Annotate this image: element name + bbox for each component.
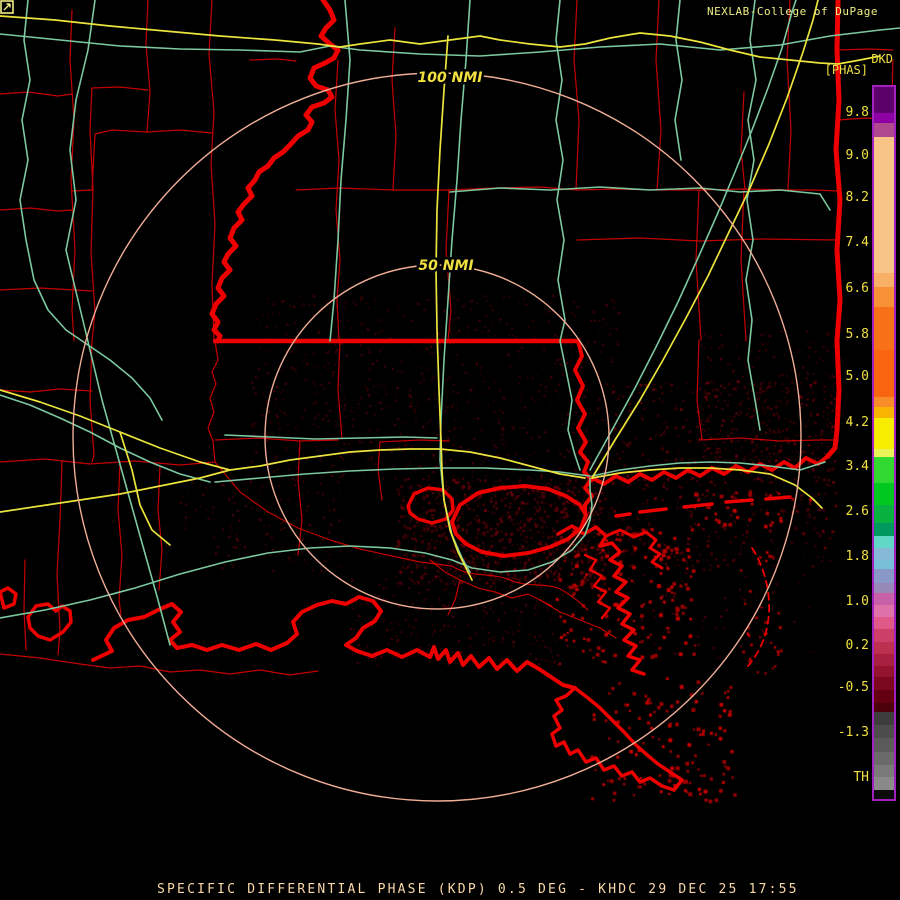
colorbar-segment bbox=[874, 113, 894, 123]
colorbar-segment bbox=[874, 642, 894, 654]
colorbar-segment bbox=[874, 137, 894, 273]
colorbar-segment bbox=[874, 777, 894, 790]
colorbar-segment bbox=[874, 350, 894, 397]
colorbar-segment bbox=[874, 307, 894, 350]
colorbar-segment bbox=[874, 483, 894, 505]
colorbar-segment bbox=[874, 605, 894, 617]
range-ring-100nmi bbox=[72, 72, 802, 802]
brand-text: NEXLAB-College of DuPage bbox=[707, 5, 878, 18]
color-scale-bar bbox=[872, 85, 896, 801]
colorbar-tick-label: 5.0 bbox=[845, 369, 869, 384]
range-ring-label-100: 100 NMI bbox=[418, 70, 483, 86]
colorbar-tick-label: 5.8 bbox=[845, 327, 869, 342]
colorbar-tick-label: 4.2 bbox=[845, 415, 869, 430]
colorbar-segment bbox=[874, 449, 894, 457]
water-features bbox=[0, 0, 843, 792]
lake-maurepas bbox=[406, 486, 455, 525]
colorbar-tick-label: 9.8 bbox=[845, 105, 869, 120]
small-lake-west bbox=[0, 586, 18, 610]
radar-display: 50 NMI 100 NMI NEXLAB-College of DuPage … bbox=[0, 0, 900, 900]
colorbar-segment bbox=[874, 569, 894, 583]
colorbar-segment bbox=[874, 287, 894, 307]
colorbar-segment bbox=[874, 617, 894, 629]
colorbar-tick-label: 9.0 bbox=[845, 148, 869, 163]
colorbar-segment bbox=[874, 654, 894, 666]
colorbar-segment bbox=[874, 560, 894, 569]
colorbar-tick-label: 8.2 bbox=[845, 190, 869, 205]
colorbar-segment bbox=[874, 690, 894, 703]
colorbar-tick-label: 1.8 bbox=[845, 549, 869, 564]
lake-pontchartrain bbox=[450, 484, 588, 558]
colorbar-segment bbox=[874, 273, 894, 287]
colorbar-segment bbox=[874, 583, 894, 593]
colorbar-tick-label: -1.3 bbox=[837, 725, 869, 740]
louisiana-coast bbox=[91, 595, 577, 690]
colorbar-segment bbox=[874, 677, 894, 690]
colorbar-segment bbox=[874, 593, 894, 605]
colorbar-segment bbox=[874, 712, 894, 725]
colorbar-segment bbox=[874, 738, 894, 752]
colorbar-segment bbox=[874, 87, 894, 113]
colorbar-segment bbox=[874, 752, 894, 765]
colorbar-segment bbox=[874, 548, 894, 560]
colorbar-segment bbox=[874, 790, 894, 799]
county-boundaries bbox=[0, 0, 895, 676]
colorbar-segment bbox=[874, 397, 894, 407]
pearl-river-border bbox=[573, 339, 594, 482]
arrow-box-icon bbox=[0, 0, 14, 14]
colorbar-tick-label: 7.4 bbox=[845, 235, 869, 250]
colorbar-segment bbox=[874, 765, 894, 777]
colorbar-segment bbox=[874, 725, 894, 738]
product-title: SPECIFIC DIFFERENTIAL PHASE (KDP) 0.5 DE… bbox=[157, 882, 799, 897]
colorbar-segment bbox=[874, 505, 894, 523]
colorbar-tick-label: 1.0 bbox=[845, 594, 869, 609]
range-rings: 50 NMI 100 NMI bbox=[72, 68, 802, 802]
colorbar-segment bbox=[874, 703, 894, 712]
colorbar-tick-label: 0.2 bbox=[845, 638, 869, 653]
colorbar-tick-label: -0.5 bbox=[837, 680, 869, 695]
colorbar-tick-label: 2.6 bbox=[845, 504, 869, 519]
colorbar-tick-label: 3.4 bbox=[845, 459, 869, 474]
colorbar-segment bbox=[874, 418, 894, 449]
colorbar-tick-label: TH bbox=[853, 770, 869, 785]
colorbar-segment bbox=[874, 523, 894, 536]
product-units: [PHAS] bbox=[824, 63, 868, 77]
colorbar-segment bbox=[874, 629, 894, 642]
range-ring-label-50: 50 NMI bbox=[418, 258, 473, 274]
colorbar-segment bbox=[874, 123, 894, 137]
product-code: DKD bbox=[871, 52, 893, 66]
colorbar-segment bbox=[874, 407, 894, 418]
barrier-islands bbox=[614, 495, 792, 518]
colorbar-tick-label: 6.6 bbox=[845, 281, 869, 296]
base-map: 50 NMI 100 NMI bbox=[0, 0, 900, 802]
colorbar-segment bbox=[874, 536, 894, 548]
colorbar-segment bbox=[874, 666, 894, 677]
colorbar-segment bbox=[874, 457, 894, 483]
